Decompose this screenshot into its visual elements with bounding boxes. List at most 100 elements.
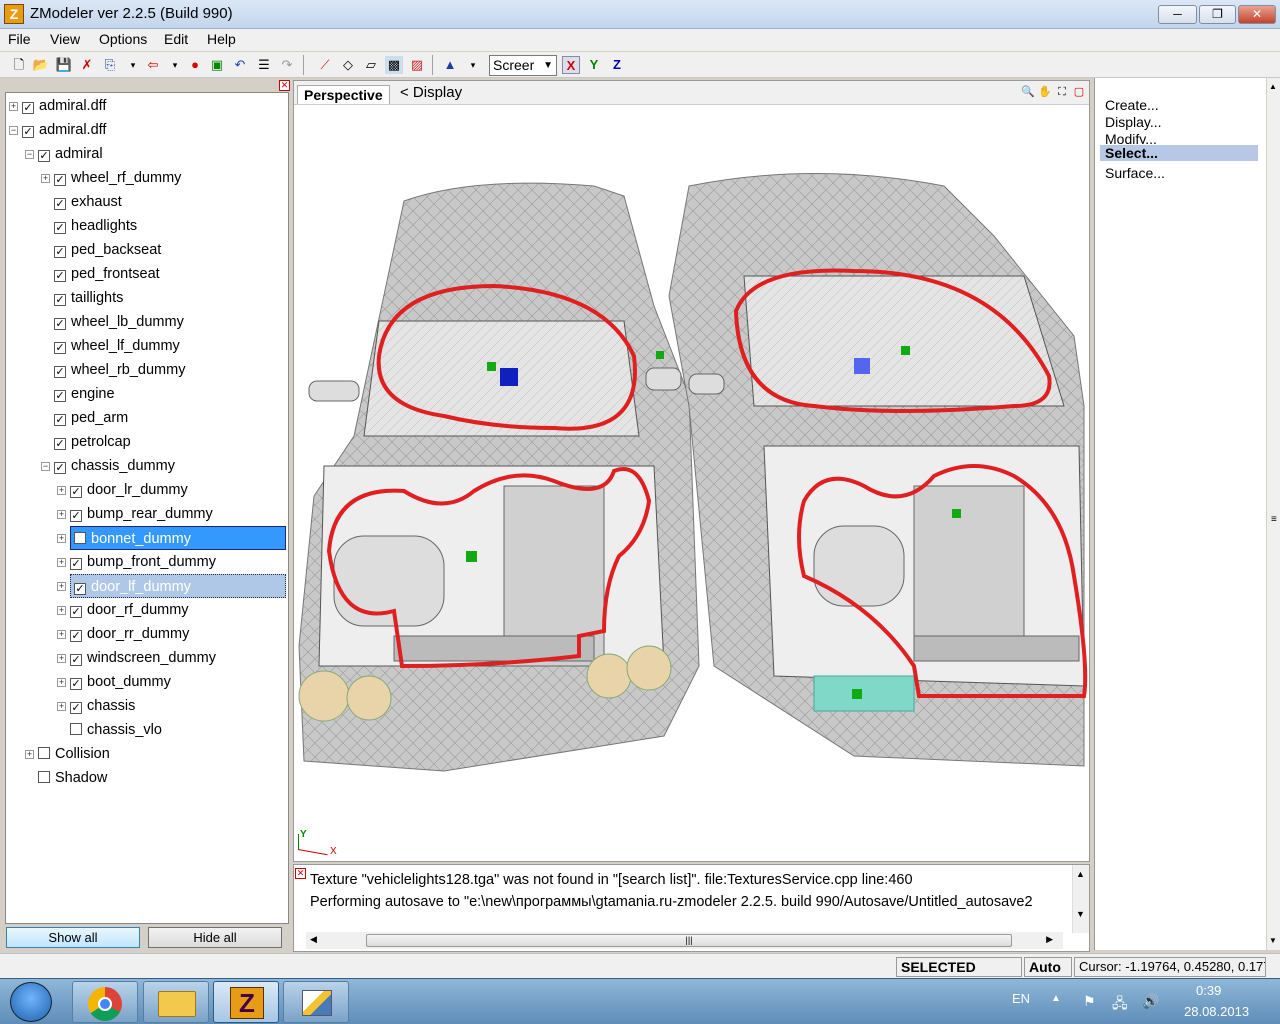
face-select-icon[interactable]: ▱ xyxy=(362,56,380,74)
dropdown-arrow-icon[interactable]: ▾ xyxy=(166,56,184,74)
new-file-icon[interactable]: 🗋 xyxy=(10,56,28,74)
menu-file[interactable]: File xyxy=(8,31,31,47)
tree-item[interactable]: ✓ door_rf_dummy xyxy=(70,598,189,622)
tree-item[interactable]: ✓ wheel_rb_dummy xyxy=(54,358,185,382)
scroll-right-icon[interactable]: ▶ xyxy=(1046,934,1053,945)
tree-item[interactable]: Collision xyxy=(38,742,110,766)
tree-item-checkbox[interactable]: ✓ xyxy=(70,510,82,522)
tree-expander-icon[interactable]: + xyxy=(9,102,18,111)
menu-view[interactable]: View xyxy=(50,31,80,47)
pan-hand-icon[interactable]: ✋ xyxy=(1038,85,1052,99)
tree-item-checkbox[interactable]: ✓ xyxy=(54,462,66,474)
tree-item[interactable]: bonnet_dummy xyxy=(70,526,286,550)
tree-item-checkbox[interactable]: ✓ xyxy=(54,414,66,426)
maximize-viewport-icon[interactable]: ▢ xyxy=(1072,85,1086,99)
delete-icon[interactable]: ✗ xyxy=(78,56,96,74)
tree-item-checkbox[interactable]: ✓ xyxy=(22,126,34,138)
edge-select-icon[interactable]: ◇ xyxy=(339,56,357,74)
menu-help[interactable]: Help xyxy=(207,31,236,47)
tree-item[interactable]: ✓ admiral.dff xyxy=(22,94,106,118)
object-select-icon[interactable]: ▩ xyxy=(385,56,403,74)
tree-item-checkbox[interactable]: ✓ xyxy=(54,246,66,258)
tree-item-checkbox[interactable]: ✓ xyxy=(54,342,66,354)
axis-y-toggle[interactable]: Y xyxy=(585,56,603,74)
volume-icon[interactable]: 🔊 xyxy=(1142,993,1159,1010)
tree-expander-icon[interactable]: + xyxy=(57,558,66,567)
group-select-icon[interactable]: ▨ xyxy=(408,56,426,74)
tree-item-checkbox[interactable]: ✓ xyxy=(54,366,66,378)
cmd-surface[interactable]: Surface... xyxy=(1105,165,1165,181)
tree-item[interactable]: ✓ door_lf_dummy xyxy=(70,574,286,598)
tree-item[interactable]: ✓ ped_backseat xyxy=(54,238,161,262)
tree-item-checkbox[interactable]: ✓ xyxy=(70,702,82,714)
tree-item[interactable]: ✓ headlights xyxy=(54,214,137,238)
tree-item[interactable]: chassis_vlo xyxy=(70,718,162,742)
zoom-icon[interactable]: 🔍 xyxy=(1021,85,1035,99)
tree-expander-icon[interactable]: + xyxy=(57,606,66,615)
close-icon[interactable]: ✕ xyxy=(295,868,306,879)
pyramid-icon[interactable]: ▲ xyxy=(441,56,459,74)
minimize-button[interactable]: ─ xyxy=(1158,5,1197,24)
tree-item-checkbox[interactable]: ✓ xyxy=(54,438,66,450)
tree-item[interactable]: ✓ chassis xyxy=(70,694,135,718)
tree-item[interactable]: ✓ admiral xyxy=(38,142,103,166)
undo-icon[interactable]: ↶ xyxy=(231,56,249,74)
close-button[interactable]: ✕ xyxy=(1238,5,1276,24)
maximize-button[interactable]: ❐ xyxy=(1199,5,1236,24)
log-vertical-scrollbar[interactable]: ▲ ▼ xyxy=(1072,865,1089,933)
right-car-model[interactable] xyxy=(668,173,1085,767)
tree-item-checkbox[interactable]: ✓ xyxy=(74,583,86,595)
record-icon[interactable]: ● xyxy=(186,56,204,74)
menu-options[interactable]: Options xyxy=(99,31,147,47)
taskbar-chrome[interactable] xyxy=(72,981,138,1023)
menu-edit[interactable]: Edit xyxy=(164,31,188,47)
tree-item[interactable]: ✓ door_rr_dummy xyxy=(70,622,189,646)
scroll-down-icon[interactable]: ▼ xyxy=(1076,909,1085,919)
tree-expander-icon[interactable]: + xyxy=(57,486,66,495)
tree-expander-icon[interactable]: + xyxy=(25,750,34,759)
cmd-select[interactable]: Select... xyxy=(1100,145,1258,161)
tree-item-checkbox[interactable]: ✓ xyxy=(70,486,82,498)
tree-item[interactable]: ✓ door_lr_dummy xyxy=(70,478,188,502)
flag-icon[interactable]: ⚑ xyxy=(1083,993,1096,1010)
import-icon[interactable]: ⎘ xyxy=(101,56,119,74)
tree-item[interactable]: ✓ admiral.dff xyxy=(22,118,106,142)
network-icon[interactable]: 🖧 xyxy=(1112,993,1128,1017)
tree-item-checkbox[interactable]: ✓ xyxy=(22,102,34,114)
tree-item[interactable]: ✓ petrolcap xyxy=(54,430,131,454)
viewport-display-menu[interactable]: < Display xyxy=(400,84,462,101)
tree-item[interactable]: ✓ ped_frontseat xyxy=(54,262,160,286)
axis-z-toggle[interactable]: Z xyxy=(608,56,626,74)
tree-item[interactable]: ✓ chassis_dummy xyxy=(54,454,175,478)
tree-item-checkbox[interactable]: ✓ xyxy=(54,174,66,186)
command-panel-scrollbar[interactable]: ▲ ≡ ▼ xyxy=(1267,78,1280,950)
save-icon[interactable]: 💾 xyxy=(55,56,73,74)
open-folder-icon[interactable]: 📂 xyxy=(32,56,50,74)
tree-item-checkbox[interactable] xyxy=(70,723,82,735)
render-icon[interactable]: ▣ xyxy=(208,56,226,74)
scroll-thumb[interactable]: ||| xyxy=(366,934,1012,947)
redo-icon[interactable]: ↷ xyxy=(278,56,296,74)
cmd-modify[interactable]: Modify... xyxy=(1105,131,1157,144)
tree-item-checkbox[interactable]: ✓ xyxy=(54,198,66,210)
tree-item-checkbox[interactable] xyxy=(38,771,50,783)
cmd-display[interactable]: Display... xyxy=(1105,114,1162,130)
screen-axis-combo[interactable]: Screer ▼ xyxy=(489,55,557,76)
tree-item-checkbox[interactable]: ✓ xyxy=(70,678,82,690)
dropdown-arrow-icon[interactable]: ▾ xyxy=(124,56,142,74)
vertex-select-icon[interactable]: ⟋ xyxy=(316,56,334,74)
splitter-handle[interactable]: ≡ xyxy=(1271,514,1277,525)
export-icon[interactable]: ⇦ xyxy=(144,56,162,74)
tree-expander-icon[interactable]: − xyxy=(25,150,34,159)
tree-expander-icon[interactable]: + xyxy=(57,534,66,543)
tree-item[interactable]: ✓ wheel_rf_dummy xyxy=(54,166,181,190)
tree-item-checkbox[interactable]: ✓ xyxy=(38,150,50,162)
tree-expander-icon[interactable]: + xyxy=(57,654,66,663)
scroll-down-icon[interactable]: ▼ xyxy=(1269,936,1277,945)
tree-item[interactable]: ✓ wheel_lb_dummy xyxy=(54,310,184,334)
tree-expander-icon[interactable]: + xyxy=(57,630,66,639)
taskbar-paint[interactable] xyxy=(283,981,349,1023)
tree-item-checkbox[interactable] xyxy=(38,747,50,759)
tree-expander-icon[interactable]: + xyxy=(57,582,66,591)
hide-all-button[interactable]: Hide all xyxy=(148,927,282,948)
